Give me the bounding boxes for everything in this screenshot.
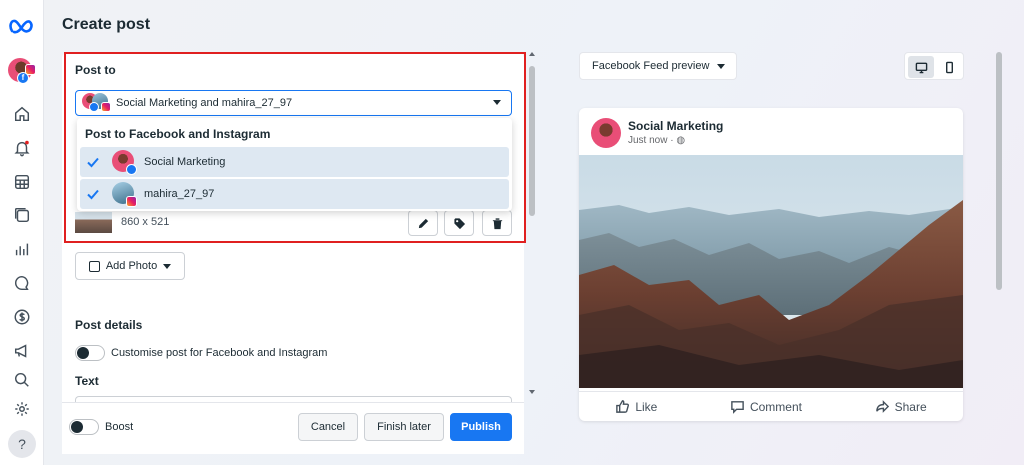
content-library-icon[interactable] [11, 204, 33, 226]
notifications-bell-icon[interactable] [11, 137, 33, 159]
meta-logo-icon[interactable] [9, 18, 35, 34]
media-dimensions: 860 x 521 [121, 216, 170, 228]
text-field-label: Text [75, 374, 99, 388]
tag-icon[interactable] [444, 210, 474, 236]
preview-type-label: Facebook Feed preview [592, 60, 710, 72]
facebook-page-avatar [112, 150, 137, 175]
option-label: Social Marketing [144, 156, 226, 168]
option-mahira[interactable]: mahira_27_97 [80, 179, 509, 209]
page-title: Create post [62, 16, 151, 33]
facebook-badge-icon [126, 164, 137, 175]
monetization-dollar-icon[interactable] [11, 306, 33, 328]
post-time: Just now · ◍ [628, 135, 686, 146]
edit-pencil-icon[interactable] [408, 210, 438, 236]
search-icon[interactable] [11, 369, 33, 391]
help-question-icon[interactable]: ? [8, 430, 36, 458]
page-avatar [591, 118, 621, 148]
facebook-post-preview: Social Marketing Just now · ◍ Like Comme… [579, 108, 963, 421]
dropdown-title: Post to Facebook and Instagram [85, 127, 271, 141]
accounts-avatar-stack [82, 93, 111, 113]
photo-icon [88, 260, 100, 272]
device-toggle [904, 52, 964, 80]
option-social-marketing[interactable]: Social Marketing [80, 147, 509, 177]
comment-action[interactable]: Comment [730, 399, 802, 414]
insights-chart-icon[interactable] [11, 238, 33, 260]
inbox-chat-icon[interactable] [11, 272, 33, 294]
boost-toggle[interactable] [69, 419, 99, 435]
checkmark-icon[interactable] [86, 187, 100, 201]
publish-button[interactable]: Publish [450, 413, 512, 441]
media-item-row: 860 x 521 [75, 210, 512, 236]
post-to-dropdown-menu: Post to Facebook and Instagram Social Ma… [77, 118, 512, 211]
boost-label: Boost [105, 421, 134, 433]
delete-trash-icon[interactable] [482, 210, 512, 236]
share-action[interactable]: Share [875, 399, 927, 414]
finish-later-button[interactable]: Finish later [364, 413, 444, 441]
canyon-photo [579, 155, 963, 388]
ads-megaphone-icon[interactable] [11, 340, 33, 362]
preview-scrollbar[interactable] [996, 52, 1002, 290]
calendar-grid-icon[interactable] [11, 171, 33, 193]
home-icon[interactable] [11, 103, 33, 125]
add-photo-button[interactable]: Add Photo [75, 252, 185, 280]
post-actions-bar: Like Comment Share [579, 391, 963, 421]
cancel-button[interactable]: Cancel [298, 413, 358, 441]
chevron-down-icon [493, 100, 501, 105]
thumbs-up-icon [616, 400, 630, 413]
compose-scrollbar[interactable] [528, 52, 536, 397]
customise-label: Customise post for Facebook and Instagra… [111, 347, 328, 359]
like-action[interactable]: Like [615, 399, 657, 414]
chevron-down-icon [717, 63, 726, 69]
checkmark-icon[interactable] [86, 155, 100, 169]
facebook-icon: f [17, 72, 29, 84]
globe-icon: ◍ [676, 135, 686, 146]
post-to-select[interactable]: Social Marketing and mahira_27_97 [75, 90, 512, 116]
customise-toggle[interactable] [75, 345, 105, 361]
post-to-label: Post to [75, 63, 116, 77]
chevron-down-icon [163, 263, 172, 269]
desktop-icon[interactable] [908, 56, 934, 78]
mobile-phone-icon[interactable] [936, 56, 962, 78]
post-to-selected-value: Social Marketing and mahira_27_97 [116, 97, 293, 109]
comment-bubble-icon [731, 401, 744, 414]
settings-gear-icon[interactable] [11, 398, 33, 420]
instagram-badge-icon [126, 196, 137, 207]
account-avatar[interactable]: f [8, 58, 36, 86]
share-arrow-icon [875, 400, 889, 413]
media-thumbnail[interactable] [75, 212, 112, 233]
instagram-account-avatar [112, 182, 137, 207]
post-details-label: Post details [75, 318, 143, 332]
preview-type-dropdown[interactable]: Facebook Feed preview [579, 52, 737, 80]
option-label: mahira_27_97 [144, 188, 215, 200]
add-photo-label: Add Photo [105, 260, 158, 272]
page-name: Social Marketing [628, 119, 724, 133]
left-nav-rail: f ? [0, 0, 44, 465]
